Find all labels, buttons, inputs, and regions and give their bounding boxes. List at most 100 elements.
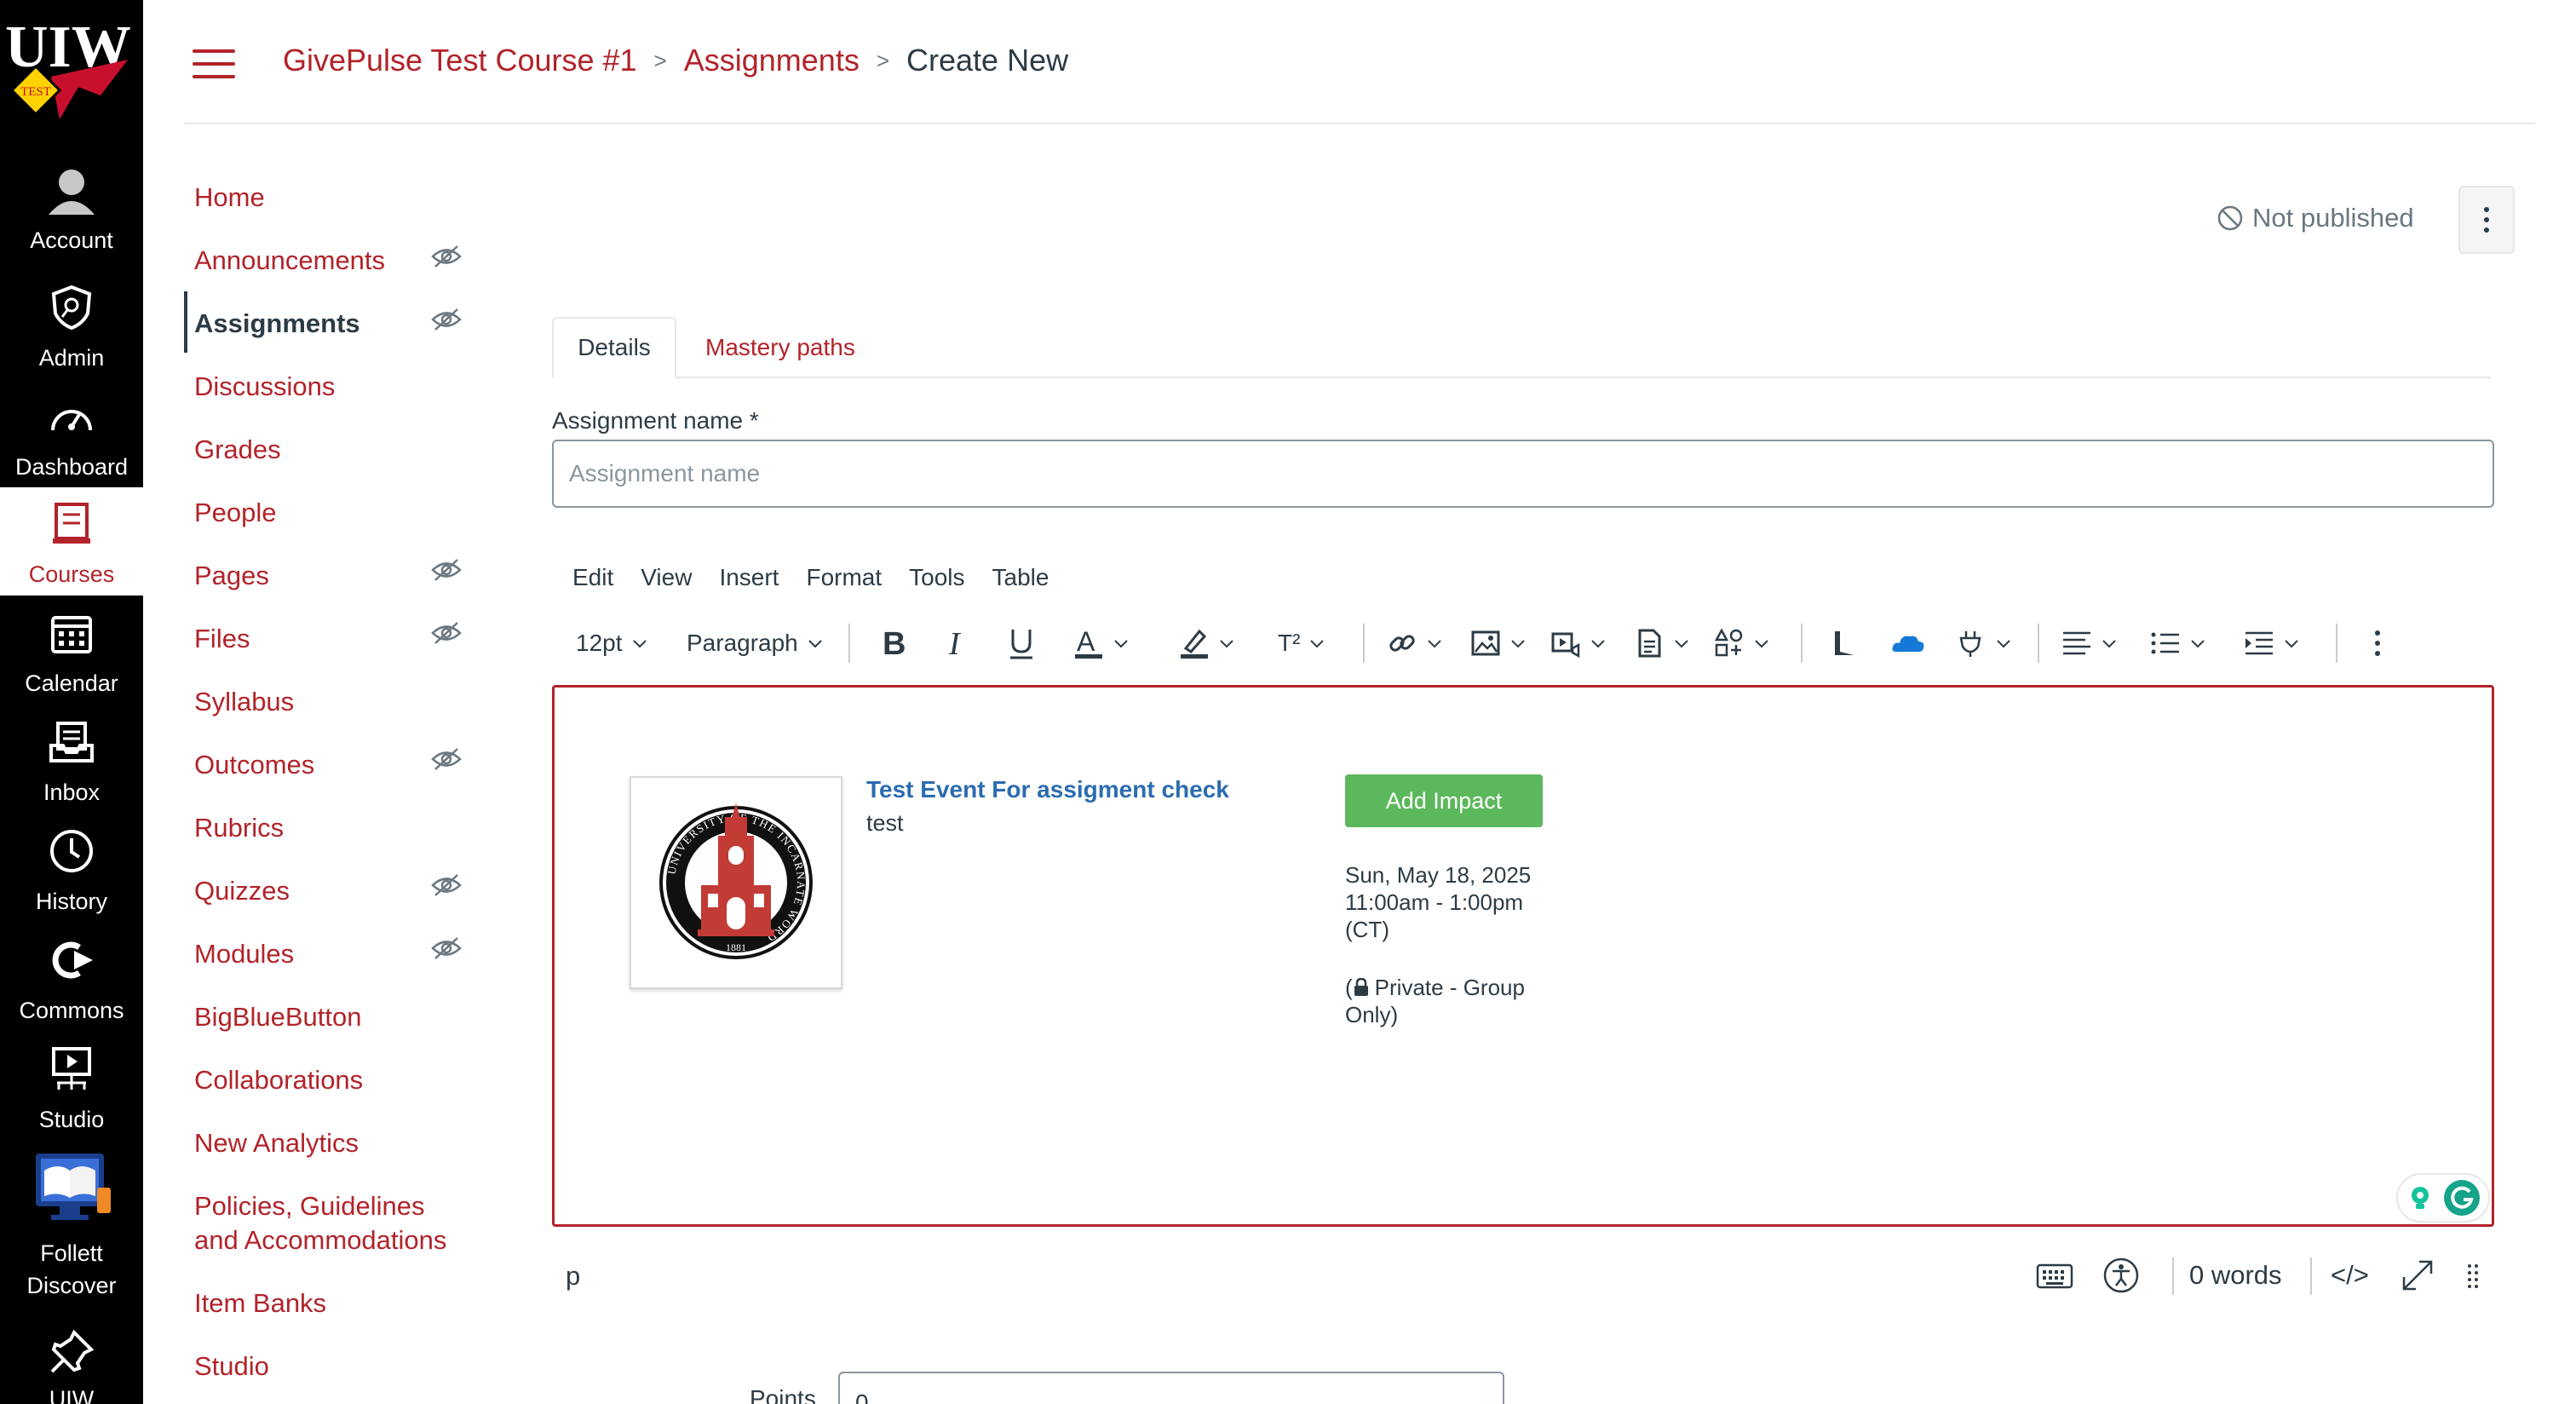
font-size-select[interactable]: 12pt — [576, 615, 648, 671]
media-button[interactable] — [1550, 615, 1607, 671]
course-nav-assignments[interactable]: Assignments — [194, 308, 360, 339]
nav-label: Admin — [38, 345, 105, 371]
apps-button[interactable] — [1714, 615, 1770, 671]
align-left-icon — [2063, 631, 2090, 655]
nav-history[interactable]: History — [0, 814, 143, 923]
uiw-logo[interactable]: UIW TEST — [0, 0, 143, 136]
course-nav-pages[interactable]: Pages — [194, 561, 269, 591]
nav-account[interactable]: Account — [0, 153, 143, 262]
nav-studio[interactable]: Studio — [0, 1033, 143, 1141]
chevron-down-icon — [1220, 640, 1233, 648]
course-nav-collaborations[interactable]: Collaborations — [194, 1065, 363, 1096]
publish-status-text: Not published — [2252, 203, 2414, 233]
nav-follett-discover[interactable]: Follett Discover — [0, 1142, 143, 1309]
onedrive-button[interactable] — [1891, 615, 1925, 671]
accessibility-checker-button[interactable] — [2102, 1254, 2140, 1297]
image-button[interactable] — [1470, 615, 1527, 671]
rich-content-editor[interactable]: UNIVERSITY OF THE INCARNATE WORD 1881 Te… — [552, 685, 2494, 1227]
tab-details[interactable]: Details — [552, 317, 676, 378]
course-nav-item-banks[interactable]: Item Banks — [194, 1288, 326, 1319]
course-nav-people[interactable]: People — [194, 498, 277, 528]
document-button[interactable] — [1634, 615, 1690, 671]
editor-statusbar: p 0 words </> — [552, 1244, 2494, 1309]
nav-calendar[interactable]: Calendar — [0, 596, 143, 705]
course-nav-new-analytics[interactable]: New Analytics — [194, 1128, 359, 1159]
course-nav-outcomes[interactable]: Outcomes — [194, 750, 314, 780]
resize-handle[interactable] — [2467, 1254, 2479, 1297]
course-nav-grades[interactable]: Grades — [194, 434, 281, 465]
course-nav-syllabus[interactable]: Syllabus — [194, 687, 294, 717]
pin-icon — [45, 1329, 98, 1375]
course-nav-files[interactable]: Files — [194, 624, 250, 654]
nav-courses[interactable]: Courses — [0, 487, 143, 596]
add-impact-button[interactable]: Add Impact — [1345, 774, 1543, 827]
breadcrumb-assignments[interactable]: Assignments — [684, 43, 860, 78]
menu-insert[interactable]: Insert — [719, 564, 779, 591]
breadcrumb-course[interactable]: GivePulse Test Course #1 — [283, 43, 637, 78]
assignment-name-input[interactable] — [552, 440, 2494, 508]
event-title-link[interactable]: Test Event For assigment check — [866, 776, 1229, 803]
grammarly-widget[interactable] — [2396, 1173, 2490, 1223]
svg-text:I: I — [948, 626, 962, 660]
chevron-down-icon — [1310, 640, 1325, 648]
course-nav-quizzes[interactable]: Quizzes — [194, 876, 290, 906]
commons-icon — [45, 934, 98, 987]
block-format-select[interactable]: Paragraph — [687, 615, 824, 671]
course-nav-policies-line2[interactable]: and Accommodations — [194, 1225, 446, 1256]
nav-admin[interactable]: Admin — [0, 271, 143, 379]
studio-icon — [45, 1043, 98, 1096]
html-editor-toggle[interactable]: </> — [2331, 1254, 2369, 1297]
highlight-color-button[interactable] — [1179, 615, 1235, 671]
plugins-button[interactable] — [1956, 615, 2012, 671]
more-options-button[interactable] — [2458, 186, 2515, 254]
course-nav-policies-line1[interactable]: Policies, Guidelines — [194, 1191, 425, 1222]
chevron-down-icon — [1675, 640, 1688, 648]
more-toolbar-button[interactable] — [2373, 615, 2382, 671]
bullet-list-button[interactable] — [2150, 615, 2206, 671]
keyboard-shortcuts-button[interactable] — [2036, 1254, 2073, 1297]
menu-table[interactable]: Table — [992, 564, 1049, 591]
nav-inbox[interactable]: Inbox — [0, 705, 143, 814]
text-color-icon: A — [1075, 626, 1102, 659]
points-input[interactable] — [838, 1372, 1504, 1404]
superscript-button[interactable]: T² — [1278, 615, 1325, 671]
tab-mastery-paths[interactable]: Mastery paths — [705, 317, 855, 378]
course-nav-home[interactable]: Home — [194, 182, 265, 213]
bold-button[interactable]: B — [879, 615, 910, 671]
nav-label: Studio — [38, 1107, 105, 1132]
course-nav-modules[interactable]: Modules — [194, 939, 294, 970]
course-nav-discussions[interactable]: Discussions — [194, 371, 335, 402]
menu-edit[interactable]: Edit — [572, 564, 613, 591]
align-button[interactable] — [2061, 615, 2118, 671]
course-nav-studio[interactable]: Studio — [194, 1351, 269, 1382]
italic-button[interactable]: I — [946, 615, 971, 671]
publish-status: Not published — [2217, 203, 2414, 233]
element-path[interactable]: p — [566, 1261, 580, 1292]
nav-uiw-pinned[interactable]: UIW — [0, 1324, 143, 1404]
word-count[interactable]: 0 words — [2189, 1254, 2282, 1297]
event-image[interactable]: UNIVERSITY OF THE INCARNATE WORD 1881 — [630, 776, 842, 989]
menu-format[interactable]: Format — [806, 564, 882, 591]
event-description: test — [866, 810, 904, 836]
underline-button[interactable] — [1007, 615, 1036, 671]
course-nav-rubrics[interactable]: Rubrics — [194, 813, 284, 843]
fullscreen-icon — [2402, 1260, 2433, 1291]
indent-button[interactable] — [2244, 615, 2300, 671]
menu-view[interactable]: View — [641, 564, 692, 591]
text-color-button[interactable]: A — [1073, 615, 1130, 671]
menu-tools[interactable]: Tools — [909, 564, 964, 591]
more-vertical-icon — [2375, 630, 2380, 656]
course-nav-bigbluebutton[interactable]: BigBlueButton — [194, 1002, 361, 1033]
chevron-down-icon — [632, 640, 647, 648]
flag-tool-button[interactable] — [1830, 615, 1857, 671]
indent-icon — [2245, 631, 2273, 655]
image-icon — [1471, 630, 1500, 656]
fullscreen-button[interactable] — [2399, 1254, 2436, 1297]
unpublished-icon — [2217, 205, 2243, 231]
lock-icon — [1354, 978, 1368, 996]
nav-dashboard[interactable]: Dashboard — [0, 380, 143, 488]
nav-commons[interactable]: Commons — [0, 924, 143, 1032]
course-menu-toggle[interactable] — [193, 49, 235, 78]
course-nav-announcements[interactable]: Announcements — [194, 245, 385, 276]
link-button[interactable] — [1387, 615, 1443, 671]
